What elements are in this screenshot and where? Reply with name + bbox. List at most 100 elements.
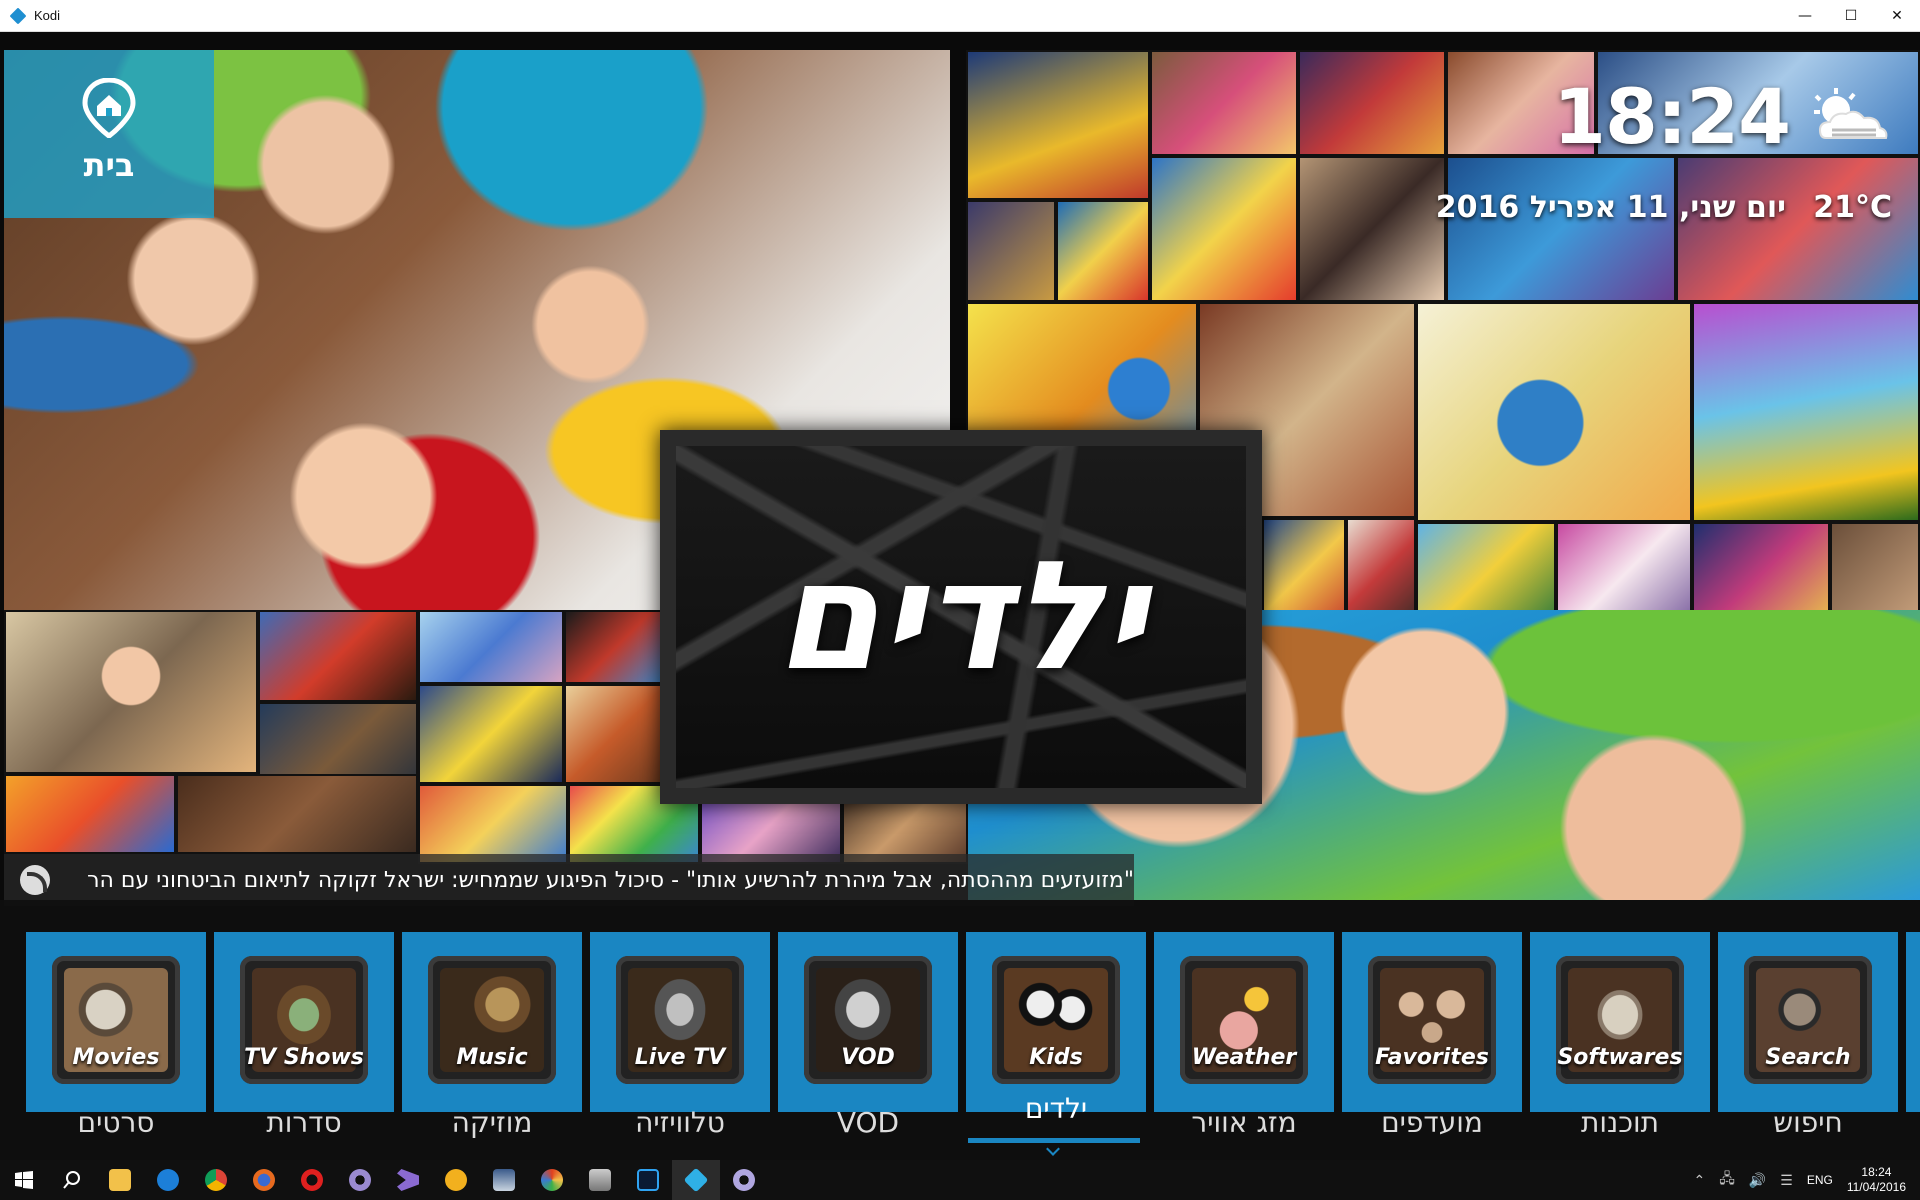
menu-label-music[interactable]: מוזיקה: [402, 1106, 582, 1139]
partly-cloudy-icon: [1814, 88, 1888, 139]
taskbar-date: 11/04/2016: [1846, 1180, 1906, 1194]
app-triangle-icon[interactable]: [432, 1160, 480, 1200]
minimize-button[interactable]: —: [1782, 0, 1828, 32]
input-language[interactable]: ENG: [1807, 1173, 1833, 1187]
taskbar-time: 18:24: [1861, 1165, 1892, 1179]
menu-tile-search[interactable]: Search: [1718, 932, 1898, 1112]
clock-time: 18:24: [1553, 72, 1791, 161]
ticker-text: "מזועזעים מההסתה, אבל מיהרת להרשיע אותו"…: [87, 867, 1134, 893]
chrome-icon[interactable]: [192, 1160, 240, 1200]
tile-label: TV Shows: [244, 1045, 364, 1070]
collage-thumb: [564, 684, 668, 784]
menu-label-live-tv[interactable]: טלוויזיה: [590, 1106, 770, 1139]
computer-icon: Softwares: [1556, 956, 1684, 1084]
windows-start-icon[interactable]: [0, 1160, 48, 1200]
rss-icon: [20, 865, 50, 895]
menu-labels: סרטים סדרות מוזיקה טלוויזיה VOD ילדים מז…: [0, 1088, 1920, 1148]
clock-date: יום שני, 11 אפריל 2016: [1435, 190, 1786, 225]
menu-label-kids[interactable]: ילדים: [966, 1092, 1146, 1125]
collage-thumb: [1416, 302, 1692, 522]
menu-tile-kids[interactable]: Kids: [966, 932, 1146, 1112]
collage-thumb: [1298, 156, 1446, 302]
menu-tile-next-partial[interactable]: [1906, 932, 1920, 1112]
action-center-icon[interactable]: ☰: [1780, 1172, 1793, 1189]
tile-label: Favorites: [1375, 1045, 1489, 1070]
live-tv-icon: Live TV: [616, 956, 744, 1084]
collage-thumb: [1150, 50, 1298, 156]
tile-label: Search: [1765, 1045, 1851, 1070]
menu-tile-favorites[interactable]: Favorites: [1342, 932, 1522, 1112]
app-circle-icon[interactable]: [528, 1160, 576, 1200]
tile-label: Softwares: [1557, 1045, 1683, 1070]
retro-tv-icon: TV Shows: [240, 956, 368, 1084]
collage-thumb: [966, 50, 1150, 200]
windows-taskbar: ⌃ 🖧 🔊 ☰ ENG 18:24 11/04/2016: [0, 1160, 1920, 1200]
edge-icon[interactable]: [144, 1160, 192, 1200]
collage-thumb: [1692, 302, 1920, 522]
menu-tile-weather[interactable]: Weather: [1154, 932, 1334, 1112]
kodi-app-icon: [9, 7, 27, 24]
cartoon-icon: Kids: [992, 956, 1120, 1084]
menu-tile-softwares[interactable]: Softwares: [1530, 932, 1710, 1112]
menu-label-search[interactable]: חיפוש: [1718, 1106, 1898, 1139]
film-reel-icon: Movies: [52, 956, 180, 1084]
temperature: 21°C: [1813, 190, 1892, 225]
menu-tile-live-tv[interactable]: Live TV: [590, 932, 770, 1112]
kodi-icon[interactable]: [672, 1160, 720, 1200]
menu-tile-vod[interactable]: VOD: [778, 932, 958, 1112]
menu-tile-music[interactable]: Music: [402, 932, 582, 1112]
menu-label-weather[interactable]: מזג אוויר: [1154, 1106, 1334, 1139]
rss-ticker: "מזועזעים מההסתה, אבל מיהרת להרשיע אותו"…: [4, 854, 1134, 906]
maximize-button[interactable]: ☐: [1828, 0, 1874, 32]
tile-label: Music: [456, 1045, 528, 1070]
window-title: Kodi: [34, 8, 61, 23]
home-label: בית: [83, 146, 135, 184]
app-window-icon[interactable]: [480, 1160, 528, 1200]
menu-label-tv-shows[interactable]: סדרות: [214, 1106, 394, 1139]
section-title-background: ילדים: [676, 446, 1246, 788]
home-icon: [82, 78, 136, 138]
menu-label-vod[interactable]: VOD: [778, 1106, 958, 1139]
stars-icon: Favorites: [1368, 956, 1496, 1084]
firefox-icon[interactable]: [240, 1160, 288, 1200]
file-explorer-icon[interactable]: [96, 1160, 144, 1200]
menu-tile-tv-shows[interactable]: TV Shows: [214, 932, 394, 1112]
collage-thumb: [1298, 50, 1446, 156]
weather-icon: Weather: [1180, 956, 1308, 1084]
app-swirl-icon[interactable]: [336, 1160, 384, 1200]
close-button[interactable]: ✕: [1874, 0, 1920, 32]
menu-label-movies[interactable]: סרטים: [26, 1106, 206, 1139]
network-icon[interactable]: 🖧: [1719, 1168, 1735, 1192]
collage-thumb: [1056, 200, 1150, 302]
system-tray: ⌃ 🖧 🔊 ☰ ENG 18:24 11/04/2016: [1693, 1160, 1920, 1200]
tile-label: VOD: [841, 1045, 895, 1070]
collage-thumb: [418, 684, 564, 784]
search-icon[interactable]: [48, 1160, 96, 1200]
photoshop-icon[interactable]: [624, 1160, 672, 1200]
home-button[interactable]: בית: [4, 50, 214, 218]
collage-thumb: [1676, 156, 1920, 302]
collage-thumb: [966, 200, 1056, 302]
collage-thumb: [418, 610, 564, 684]
tile-label: Live TV: [634, 1045, 726, 1070]
app-scanner-icon[interactable]: [576, 1160, 624, 1200]
collage-thumb: [258, 610, 418, 702]
magnifier-icon: Search: [1744, 956, 1872, 1084]
kodi-window: Kodi — ☐ ✕ בית 18:24 יום שני, 11 אפריל 2…: [0, 0, 1920, 1200]
menu-tile-movies[interactable]: Movies: [26, 932, 206, 1112]
opera-icon[interactable]: [288, 1160, 336, 1200]
tile-label: Weather: [1191, 1045, 1297, 1070]
app-swirl2-icon[interactable]: [720, 1160, 768, 1200]
section-title-panel: ילדים: [660, 430, 1262, 804]
visual-studio-icon[interactable]: [384, 1160, 432, 1200]
collage-thumb: [1446, 156, 1676, 302]
taskbar-clock[interactable]: 18:24 11/04/2016: [1847, 1165, 1906, 1195]
volume-icon[interactable]: 🔊: [1749, 1172, 1766, 1189]
collage-thumb: [1150, 156, 1298, 302]
menu-label-softwares[interactable]: תוכנות: [1530, 1106, 1710, 1139]
menu-label-favorites[interactable]: מועדפים: [1342, 1106, 1522, 1139]
chevron-up-icon[interactable]: ⌃: [1693, 1172, 1705, 1189]
collage-thumb: [418, 784, 568, 864]
title-bar: Kodi — ☐ ✕: [0, 0, 1920, 32]
home-screen: בית 18:24 יום שני, 11 אפריל 2016 21°C יל…: [0, 32, 1920, 1160]
